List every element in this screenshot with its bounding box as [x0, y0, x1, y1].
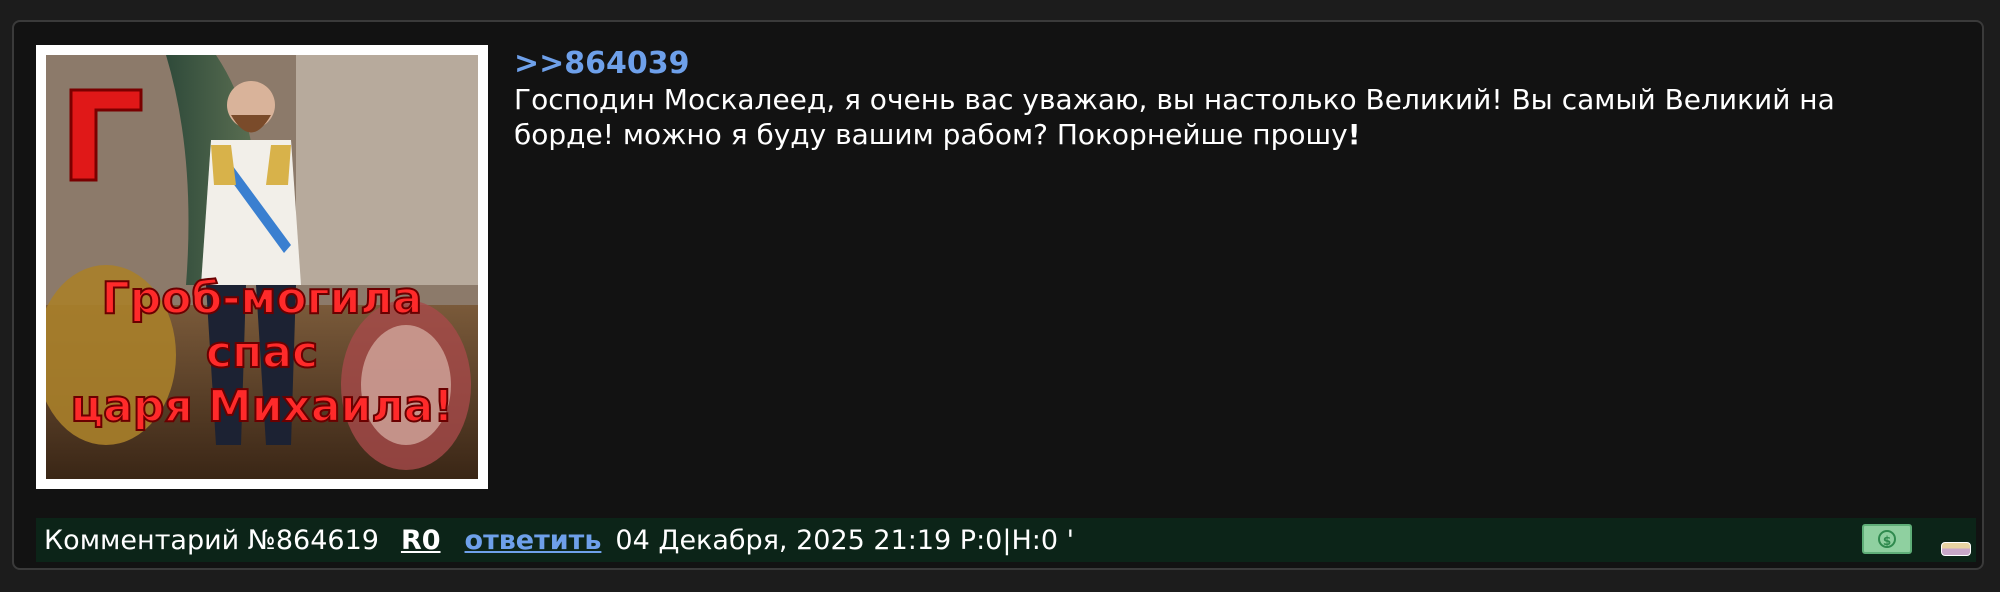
dollar-coin-icon: $: [1878, 530, 1896, 548]
caption-line-1: Гроб-могила: [102, 273, 423, 324]
reply-reference-link[interactable]: >>864039: [514, 46, 690, 81]
comment-date: 04 Декабря, 2025 21:19 Р:0|Н:0 ': [615, 524, 1075, 556]
r0-link[interactable]: R0: [401, 525, 441, 556]
comment-post: Гроб-могила спас царя Михаила! >>864039 …: [12, 20, 1984, 570]
caption-line-2: спас: [206, 327, 318, 378]
comment-number: Комментарий №864619: [44, 524, 379, 556]
eraser-icon[interactable]: [1941, 542, 1971, 556]
comment-message-text: Господин Москалеед, я очень вас уважаю, …: [514, 83, 1835, 151]
page: Гроб-могила спас царя Михаила! >>864039 …: [0, 0, 2000, 592]
post-image-picture: Гроб-могила спас царя Михаила!: [46, 55, 478, 479]
comment-message-end: !: [1347, 118, 1361, 151]
post-image[interactable]: Гроб-могила спас царя Михаила!: [36, 45, 488, 489]
comment-message: Господин Москалеед, я очень вас уважаю, …: [514, 82, 1934, 152]
comment-footer: Комментарий №864619 R0 ответить 04 Декаб…: [36, 518, 1976, 562]
caption-line-3: царя Михаила!: [71, 381, 454, 432]
money-icon[interactable]: $: [1862, 524, 1912, 554]
tsar-portrait-illustration: Гроб-могила спас царя Михаила!: [46, 55, 478, 479]
reply-button[interactable]: ответить: [465, 525, 602, 556]
